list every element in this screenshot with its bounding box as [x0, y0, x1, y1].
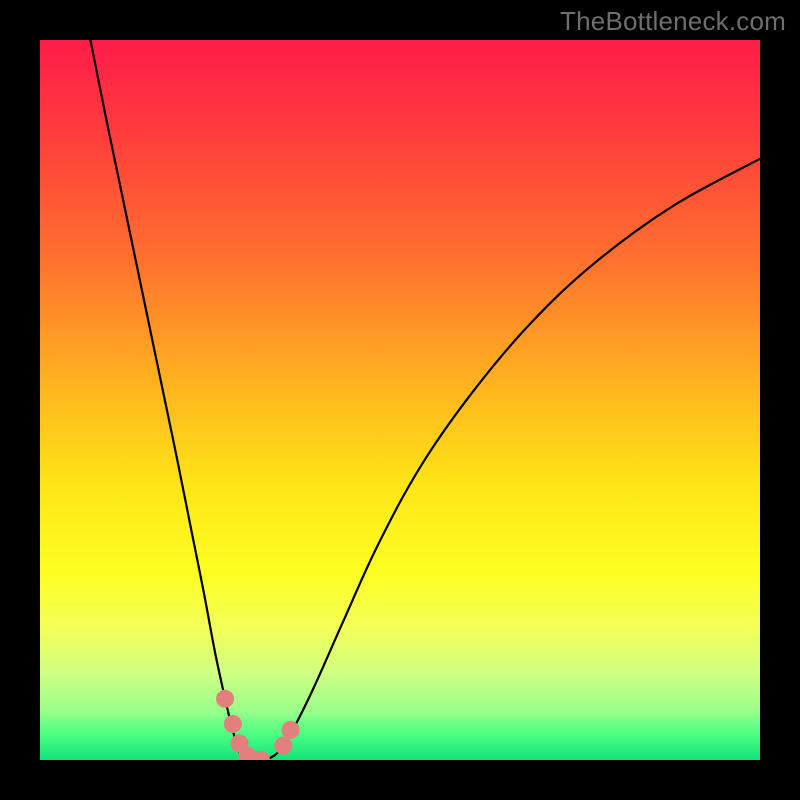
curve-marker: [224, 715, 242, 733]
curve-marker: [216, 690, 234, 708]
chart-frame: TheBottleneck.com: [0, 0, 800, 800]
chart-background: [40, 40, 760, 760]
curve-marker: [282, 721, 300, 739]
bottleneck-chart: [40, 40, 760, 760]
curve-marker: [274, 737, 292, 755]
watermark-text: TheBottleneck.com: [560, 6, 786, 37]
